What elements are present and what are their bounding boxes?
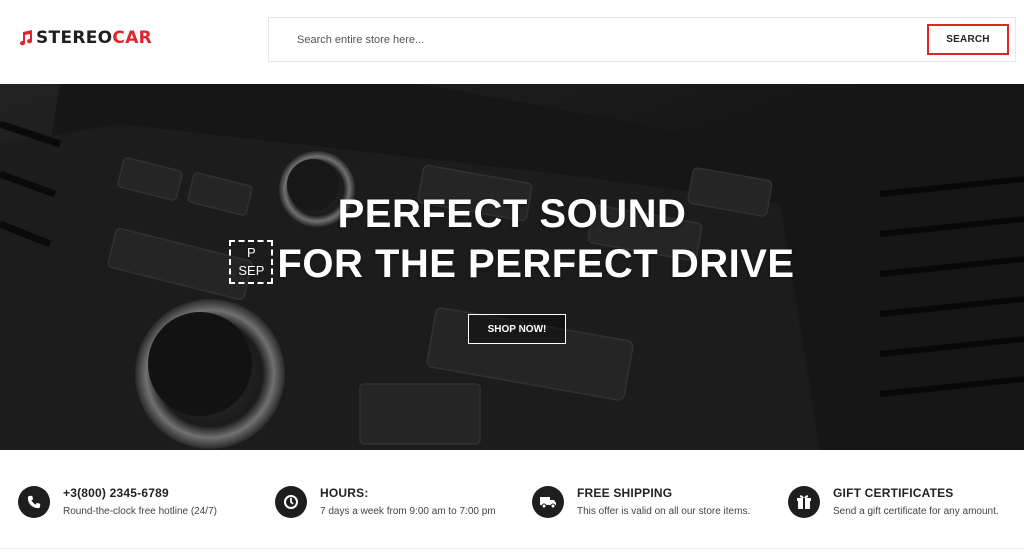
clock-icon <box>275 486 307 518</box>
feature-hotline: +3(800) 2345-6789 Round-the-clock free h… <box>18 486 217 518</box>
search-button[interactable]: SEARCH <box>927 24 1009 55</box>
feature-hours: HOURS: 7 days a week from 9:00 am to 7:0… <box>275 486 496 518</box>
sep-placeholder-box: P SEP <box>229 240 274 285</box>
feature-text: This offer is valid on all our store ite… <box>577 506 751 517</box>
site-header: STEREOCAR SEARCH <box>0 0 1024 84</box>
search-input[interactable] <box>297 31 897 49</box>
feature-shipping: FREE SHIPPING This offer is valid on all… <box>532 486 750 518</box>
feature-gift: GIFT CERTIFICATES Send a gift certificat… <box>788 486 999 518</box>
site-logo[interactable]: STEREOCAR <box>18 28 152 48</box>
feature-title: +3(800) 2345-6789 <box>63 486 169 500</box>
hero-title-line-1: PERFECT SOUND <box>337 192 687 236</box>
feature-title: HOURS: <box>320 486 369 500</box>
logo-text: STEREOCAR <box>36 28 152 48</box>
search-bar: SEARCH <box>268 17 1016 62</box>
feature-title: FREE SHIPPING <box>577 486 673 500</box>
features-bar: +3(800) 2345-6789 Round-the-clock free h… <box>0 450 1024 555</box>
divider <box>0 548 1024 549</box>
shop-now-button[interactable]: SHOP NOW! <box>468 314 566 344</box>
logo-text-b: CAR <box>112 28 153 48</box>
feature-text: Send a gift certificate for any amount. <box>833 506 999 517</box>
feature-title: GIFT CERTIFICATES <box>833 486 954 500</box>
hero-banner: PERFECT SOUND P SEP FOR THE PERFECT DRIVE … <box>0 84 1024 450</box>
feature-text: Round-the-clock free hotline (24/7) <box>63 506 217 517</box>
music-note-icon <box>20 30 33 46</box>
hero-title-line-2: P SEP FOR THE PERFECT DRIVE <box>0 240 1024 288</box>
sep-bottom-text: SEP <box>238 263 265 279</box>
phone-icon <box>18 486 50 518</box>
logo-text-a: STEREO <box>36 28 113 48</box>
truck-icon <box>532 486 564 518</box>
hero-title-line-2-text: FOR THE PERFECT DRIVE <box>277 242 795 286</box>
feature-text: 7 days a week from 9:00 am to 7:00 pm <box>320 506 496 517</box>
sep-top-text: P <box>247 245 256 261</box>
gift-icon <box>788 486 820 518</box>
